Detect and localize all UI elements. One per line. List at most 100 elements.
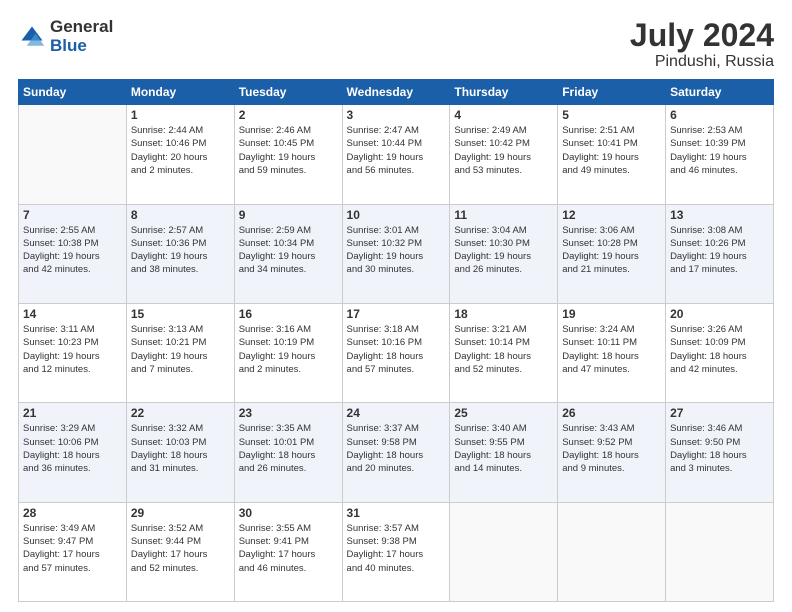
day-number: 31 (347, 506, 446, 520)
day-number: 3 (347, 108, 446, 122)
day-number: 17 (347, 307, 446, 321)
table-row: 5 Sunrise: 2:51 AM Sunset: 10:41 PM Dayli… (558, 105, 666, 204)
table-row: 23Sunrise: 3:35 AM Sunset: 10:01 PM Dayl… (234, 403, 342, 502)
table-row: 4 Sunrise: 2:49 AM Sunset: 10:42 PM Dayli… (450, 105, 558, 204)
table-row: 19 Sunrise: 3:24 AM Sunset: 10:11 PM Dayl… (558, 303, 666, 402)
day-info: Sunrise: 2:55 AM Sunset: 10:38 PM Daylig… (23, 224, 122, 277)
day-number: 21 (23, 406, 122, 420)
table-row: 28 Sunrise: 3:49 AM Sunset: 9:47 PM Dayli… (19, 502, 127, 601)
day-info: Sunrise: 3:37 AM Sunset: 9:58 PM Dayligh… (347, 422, 446, 475)
day-info: Sunrise: 2:46 AM Sunset: 10:45 PM Daylig… (239, 124, 338, 177)
day-number: 27 (670, 406, 769, 420)
table-row: 30 Sunrise: 3:55 AM Sunset: 9:41 PM Dayli… (234, 502, 342, 601)
day-info: Sunrise: 3:52 AM Sunset: 9:44 PM Dayligh… (131, 522, 230, 575)
day-number: 9 (239, 208, 338, 222)
page-header: General Blue July 2024 Pindushi, Russia (18, 18, 774, 71)
day-number: 1 (131, 108, 230, 122)
day-info: Sunrise: 3:11 AM Sunset: 10:23 PM Daylig… (23, 323, 122, 376)
table-row: 26 Sunrise: 3:43 AM Sunset: 9:52 PM Dayli… (558, 403, 666, 502)
col-tuesday: Tuesday (234, 80, 342, 105)
table-row: 12 Sunrise: 3:06 AM Sunset: 10:28 PM Dayl… (558, 204, 666, 303)
table-row: 3 Sunrise: 2:47 AM Sunset: 10:44 PM Dayli… (342, 105, 450, 204)
calendar-location: Pindushi, Russia (630, 53, 774, 71)
day-info: Sunrise: 3:26 AM Sunset: 10:09 PM Daylig… (670, 323, 769, 376)
day-number: 6 (670, 108, 769, 122)
table-row: 27 Sunrise: 3:46 AM Sunset: 9:50 PM Dayli… (666, 403, 774, 502)
day-info: Sunrise: 3:21 AM Sunset: 10:14 PM Daylig… (454, 323, 553, 376)
col-monday: Monday (126, 80, 234, 105)
table-row: 15 Sunrise: 3:13 AM Sunset: 10:21 PM Dayl… (126, 303, 234, 402)
day-info: Sunrise: 3:13 AM Sunset: 10:21 PM Daylig… (131, 323, 230, 376)
col-thursday: Thursday (450, 80, 558, 105)
logo: General Blue (18, 18, 113, 55)
table-row: 14 Sunrise: 3:11 AM Sunset: 10:23 PM Dayl… (19, 303, 127, 402)
logo-icon (18, 23, 46, 51)
day-info: Sunrise: 2:59 AM Sunset: 10:34 PM Daylig… (239, 224, 338, 277)
day-info: Sunrise: 3:18 AM Sunset: 10:16 PM Daylig… (347, 323, 446, 376)
table-row: 8 Sunrise: 2:57 AM Sunset: 10:36 PM Dayli… (126, 204, 234, 303)
calendar-header-row: Sunday Monday Tuesday Wednesday Thursday… (19, 80, 774, 105)
table-row (558, 502, 666, 601)
day-number: 25 (454, 406, 553, 420)
day-number: 13 (670, 208, 769, 222)
day-info: Sunrise: 3:06 AM Sunset: 10:28 PM Daylig… (562, 224, 661, 277)
col-wednesday: Wednesday (342, 80, 450, 105)
day-info: Sunrise: 3:24 AM Sunset: 10:11 PM Daylig… (562, 323, 661, 376)
day-info: Sunrise: 3:55 AM Sunset: 9:41 PM Dayligh… (239, 522, 338, 575)
col-friday: Friday (558, 80, 666, 105)
calendar-table: Sunday Monday Tuesday Wednesday Thursday… (18, 79, 774, 602)
day-info: Sunrise: 3:46 AM Sunset: 9:50 PM Dayligh… (670, 422, 769, 475)
day-number: 4 (454, 108, 553, 122)
day-number: 30 (239, 506, 338, 520)
table-row: 1Sunrise: 2:44 AM Sunset: 10:46 PM Dayli… (126, 105, 234, 204)
day-info: Sunrise: 2:49 AM Sunset: 10:42 PM Daylig… (454, 124, 553, 177)
day-info: Sunrise: 2:57 AM Sunset: 10:36 PM Daylig… (131, 224, 230, 277)
table-row: 24 Sunrise: 3:37 AM Sunset: 9:58 PM Dayli… (342, 403, 450, 502)
day-number: 12 (562, 208, 661, 222)
table-row: 18 Sunrise: 3:21 AM Sunset: 10:14 PM Dayl… (450, 303, 558, 402)
day-info: Sunrise: 3:35 AM Sunset: 10:01 PM Daylig… (239, 422, 338, 475)
col-saturday: Saturday (666, 80, 774, 105)
day-number: 26 (562, 406, 661, 420)
logo-blue-text: Blue (50, 37, 113, 56)
day-info: Sunrise: 3:32 AM Sunset: 10:03 PM Daylig… (131, 422, 230, 475)
day-number: 16 (239, 307, 338, 321)
day-info: Sunrise: 2:51 AM Sunset: 10:41 PM Daylig… (562, 124, 661, 177)
day-number: 8 (131, 208, 230, 222)
day-info: Sunrise: 3:29 AM Sunset: 10:06 PM Daylig… (23, 422, 122, 475)
table-row: 11Sunrise: 3:04 AM Sunset: 10:30 PM Dayl… (450, 204, 558, 303)
day-number: 15 (131, 307, 230, 321)
table-row: 29 Sunrise: 3:52 AM Sunset: 9:44 PM Dayli… (126, 502, 234, 601)
day-number: 18 (454, 307, 553, 321)
day-number: 11 (454, 208, 553, 222)
day-info: Sunrise: 3:16 AM Sunset: 10:19 PM Daylig… (239, 323, 338, 376)
title-block: July 2024 Pindushi, Russia (630, 18, 774, 71)
table-row: 7 Sunrise: 2:55 AM Sunset: 10:38 PM Dayli… (19, 204, 127, 303)
table-row: 13Sunrise: 3:08 AM Sunset: 10:26 PM Dayl… (666, 204, 774, 303)
day-number: 28 (23, 506, 122, 520)
day-info: Sunrise: 3:43 AM Sunset: 9:52 PM Dayligh… (562, 422, 661, 475)
table-row: 21 Sunrise: 3:29 AM Sunset: 10:06 PM Dayl… (19, 403, 127, 502)
table-row: 22Sunrise: 3:32 AM Sunset: 10:03 PM Dayl… (126, 403, 234, 502)
day-info: Sunrise: 3:01 AM Sunset: 10:32 PM Daylig… (347, 224, 446, 277)
day-number: 5 (562, 108, 661, 122)
calendar-title: July 2024 (630, 18, 774, 53)
day-number: 19 (562, 307, 661, 321)
day-number: 7 (23, 208, 122, 222)
day-info: Sunrise: 2:47 AM Sunset: 10:44 PM Daylig… (347, 124, 446, 177)
table-row: 9 Sunrise: 2:59 AM Sunset: 10:34 PM Dayli… (234, 204, 342, 303)
day-number: 29 (131, 506, 230, 520)
day-number: 20 (670, 307, 769, 321)
day-number: 10 (347, 208, 446, 222)
table-row: 20 Sunrise: 3:26 AM Sunset: 10:09 PM Dayl… (666, 303, 774, 402)
table-row: 25Sunrise: 3:40 AM Sunset: 9:55 PM Dayli… (450, 403, 558, 502)
day-info: Sunrise: 3:57 AM Sunset: 9:38 PM Dayligh… (347, 522, 446, 575)
table-row (450, 502, 558, 601)
table-row (666, 502, 774, 601)
day-number: 14 (23, 307, 122, 321)
day-number: 24 (347, 406, 446, 420)
table-row: 2Sunrise: 2:46 AM Sunset: 10:45 PM Dayli… (234, 105, 342, 204)
col-sunday: Sunday (19, 80, 127, 105)
logo-general-text: General (50, 18, 113, 37)
day-info: Sunrise: 3:49 AM Sunset: 9:47 PM Dayligh… (23, 522, 122, 575)
